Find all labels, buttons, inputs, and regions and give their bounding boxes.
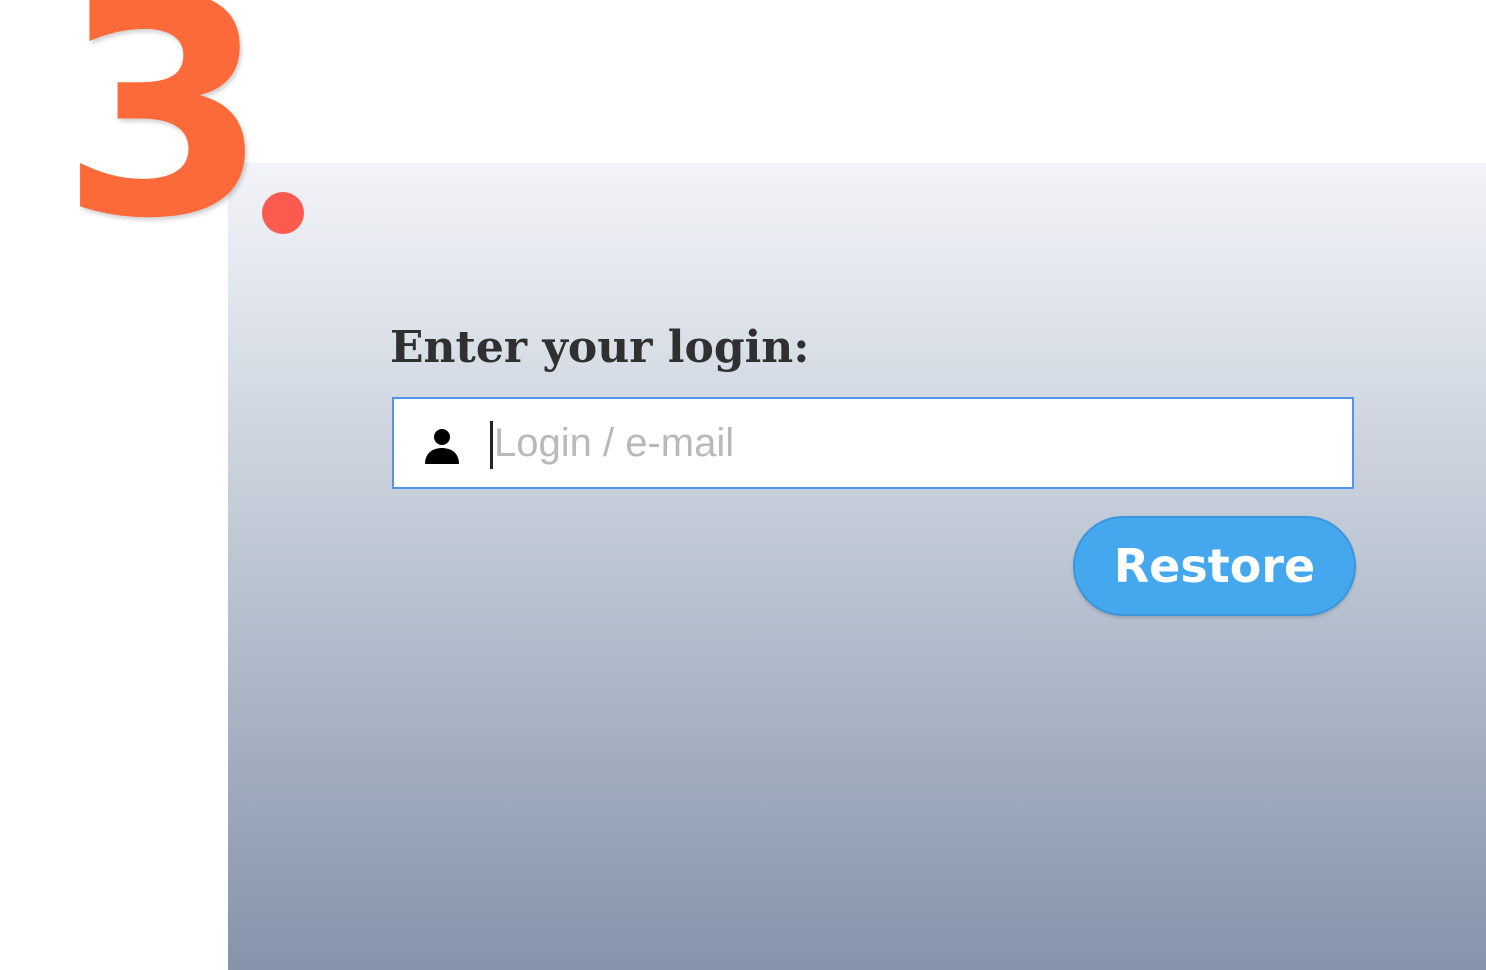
- user-icon: [422, 426, 462, 466]
- login-label: Enter your login:: [390, 322, 810, 373]
- page: 3 Enter your login: Restore: [0, 0, 1486, 970]
- status-dot: [262, 192, 304, 234]
- restore-button[interactable]: Restore: [1073, 516, 1356, 616]
- step-number: 3: [60, 0, 269, 284]
- login-input[interactable]: [490, 409, 1330, 477]
- login-field[interactable]: [392, 397, 1354, 489]
